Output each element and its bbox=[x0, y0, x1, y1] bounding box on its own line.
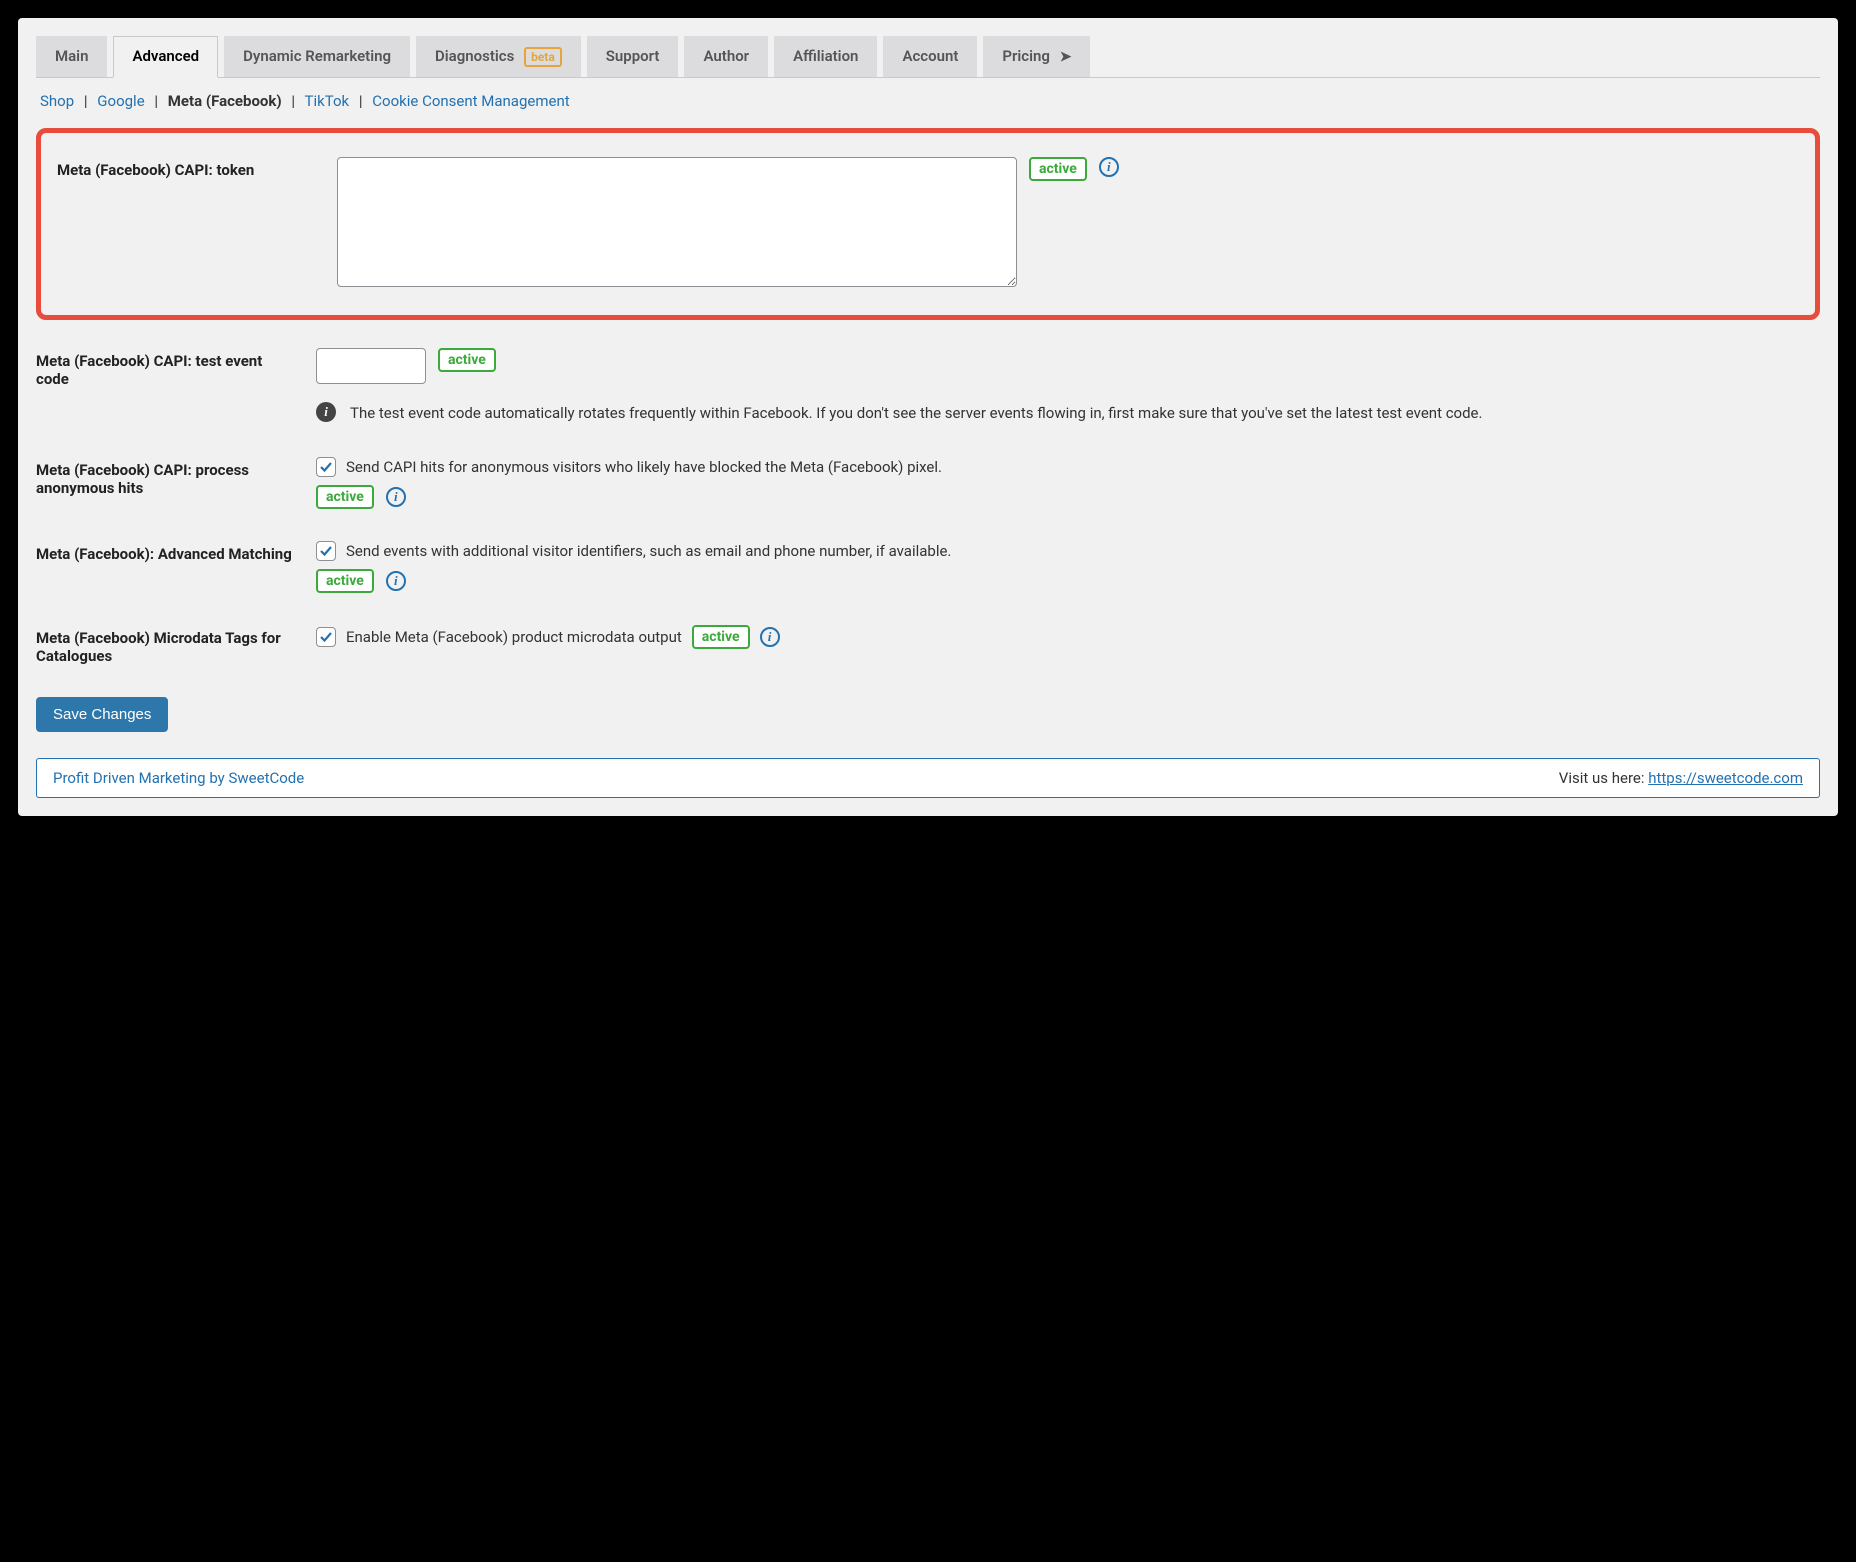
checkbox-advanced-matching[interactable] bbox=[316, 541, 336, 561]
top-tabs: Main Advanced Dynamic Remarketing Diagno… bbox=[36, 36, 1820, 78]
capi-token-textarea[interactable] bbox=[337, 157, 1017, 287]
sub-nav: Shop | Google | Meta (Facebook) | TikTok… bbox=[36, 92, 1820, 110]
subnav-meta-current: Meta (Facebook) bbox=[168, 92, 282, 110]
status-badge-active: active bbox=[692, 625, 750, 649]
footer-box: Profit Driven Marketing by SweetCode Vis… bbox=[36, 758, 1820, 798]
label-advanced-matching: Meta (Facebook): Advanced Matching bbox=[36, 541, 296, 563]
tab-author[interactable]: Author bbox=[684, 36, 768, 77]
checkbox-anon-hits[interactable] bbox=[316, 457, 336, 477]
separator: | bbox=[78, 92, 94, 110]
footer-right-prefix: Visit us here: bbox=[1559, 769, 1648, 787]
tab-diagnostics-label: Diagnostics bbox=[435, 47, 514, 65]
info-icon[interactable]: i bbox=[386, 487, 406, 507]
tab-main[interactable]: Main bbox=[36, 36, 107, 77]
label-microdata: Meta (Facebook) Microdata Tags for Catal… bbox=[36, 625, 296, 665]
tab-support[interactable]: Support bbox=[587, 36, 679, 77]
label-anon-hits: Meta (Facebook) CAPI: process anonymous … bbox=[36, 457, 296, 497]
subnav-cookie-consent[interactable]: Cookie Consent Management bbox=[372, 92, 569, 110]
status-badge-active: active bbox=[316, 569, 374, 593]
subnav-tiktok[interactable]: TikTok bbox=[305, 92, 350, 110]
checkbox-microdata[interactable] bbox=[316, 627, 336, 647]
info-dark-icon: i bbox=[316, 402, 336, 422]
subnav-google[interactable]: Google bbox=[97, 92, 144, 110]
tab-diagnostics[interactable]: Diagnostics beta bbox=[416, 36, 581, 77]
separator: | bbox=[148, 92, 164, 110]
checkbox-label-microdata: Enable Meta (Facebook) product microdata… bbox=[346, 628, 682, 646]
beta-badge: beta bbox=[524, 47, 562, 67]
info-icon[interactable]: i bbox=[1099, 157, 1119, 177]
label-test-event-code: Meta (Facebook) CAPI: test event code bbox=[36, 348, 296, 388]
status-badge-active: active bbox=[316, 485, 374, 509]
tab-pricing[interactable]: Pricing ➤ bbox=[983, 36, 1090, 77]
info-icon[interactable]: i bbox=[386, 571, 406, 591]
checkbox-label-anon: Send CAPI hits for anonymous visitors wh… bbox=[346, 458, 942, 476]
info-icon[interactable]: i bbox=[760, 627, 780, 647]
highlighted-section: Meta (Facebook) CAPI: token active i bbox=[36, 128, 1820, 320]
chevron-right-icon: ➤ bbox=[1060, 49, 1072, 65]
separator: | bbox=[285, 92, 301, 110]
test-event-code-input[interactable] bbox=[316, 348, 426, 384]
help-text-test-event: The test event code automatically rotate… bbox=[350, 402, 1482, 425]
tab-dynamic-remarketing[interactable]: Dynamic Remarketing bbox=[224, 36, 410, 77]
tab-affiliation[interactable]: Affiliation bbox=[774, 36, 877, 77]
checkbox-label-adv: Send events with additional visitor iden… bbox=[346, 542, 951, 560]
footer-right: Visit us here: https://sweetcode.com bbox=[1559, 769, 1803, 787]
save-changes-button[interactable]: Save Changes bbox=[36, 697, 168, 732]
tab-pricing-label: Pricing bbox=[1002, 47, 1050, 65]
footer-left-text: Profit Driven Marketing by SweetCode bbox=[53, 769, 304, 787]
status-badge-active: active bbox=[1029, 157, 1087, 181]
label-capi-token: Meta (Facebook) CAPI: token bbox=[57, 157, 317, 179]
status-badge-active: active bbox=[438, 348, 496, 372]
tab-account[interactable]: Account bbox=[883, 36, 977, 77]
separator: | bbox=[353, 92, 369, 110]
footer-link[interactable]: https://sweetcode.com bbox=[1648, 769, 1803, 787]
tab-advanced[interactable]: Advanced bbox=[113, 36, 218, 78]
subnav-shop[interactable]: Shop bbox=[40, 92, 74, 110]
